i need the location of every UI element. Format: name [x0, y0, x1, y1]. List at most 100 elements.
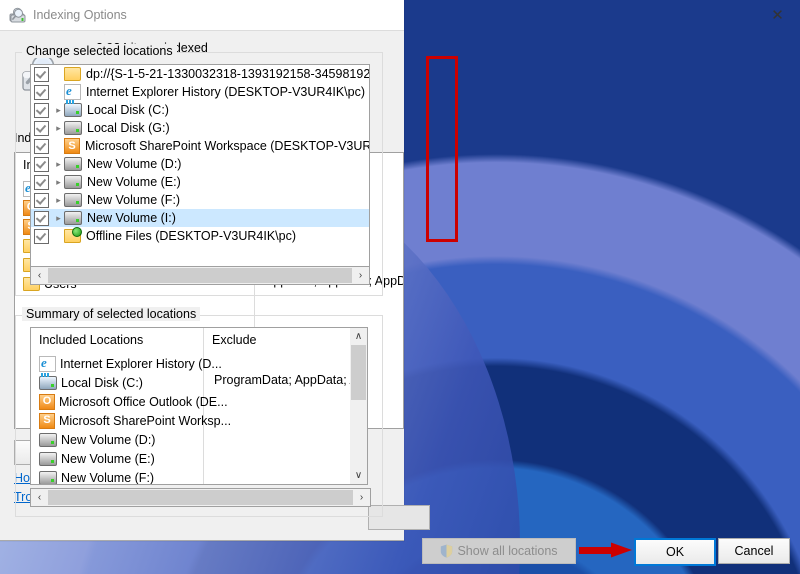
list-item-label: Local Disk (C:)	[61, 375, 143, 390]
list-item-label: New Volume (E:)	[61, 451, 155, 466]
shield-icon	[440, 544, 453, 558]
list-item-label: New Volume (F:)	[61, 470, 155, 485]
tree-item[interactable]: ▸ dp://{S-1-5-21-1330032318-1393192158-3…	[31, 65, 369, 83]
scrollbar-thumb[interactable]	[351, 345, 366, 400]
list-item[interactable]: Internet Explorer History (D...	[31, 354, 222, 373]
exclude-cell	[204, 411, 353, 430]
location-checkbox[interactable]	[34, 84, 49, 100]
ok-button[interactable]: OK	[634, 538, 716, 566]
drive-icon	[39, 470, 57, 484]
system-drive-icon	[39, 372, 57, 390]
tree-item-label: Offline Files (DESKTOP-V3UR4IK\pc)	[86, 229, 297, 243]
locations-tree[interactable]: ▸ dp://{S-1-5-21-1330032318-1393192158-3…	[30, 64, 370, 282]
tree-item-label: New Volume (E:)	[87, 175, 181, 189]
summary-label: Summary of selected locations	[22, 307, 201, 321]
tree-item-label: Local Disk (G:)	[87, 121, 170, 135]
tree-item[interactable]: ▸ Local Disk (C:)	[31, 100, 369, 119]
tree-item[interactable]: ▸ New Volume (E:)	[31, 173, 369, 191]
tree-item-label: dp://{S-1-5-21-1330032318-1393192158-345…	[86, 67, 370, 81]
summary-list[interactable]: Included Locations Internet Explorer His…	[30, 327, 354, 485]
location-checkbox[interactable]	[34, 192, 49, 208]
tree-item[interactable]: ▸ Internet Explorer History (DESKTOP-V3U…	[31, 83, 369, 101]
chevron-right-icon: ▸	[53, 141, 64, 152]
system-drive-icon	[64, 100, 82, 117]
scroll-right-icon[interactable]: ›	[352, 270, 369, 281]
close-icon[interactable]: ✕	[755, 0, 800, 30]
folder-icon	[64, 67, 81, 81]
location-checkbox[interactable]	[34, 174, 49, 190]
list-item[interactable]: S Microsoft SharePoint Worksp...	[31, 411, 231, 430]
scroll-left-icon[interactable]: ‹	[31, 270, 48, 281]
location-checkbox[interactable]	[34, 210, 49, 226]
chevron-right-icon[interactable]: ▸	[53, 195, 64, 206]
location-checkbox[interactable]	[34, 156, 49, 172]
list-item-label: Internet Explorer History (D...	[60, 356, 222, 371]
summary-included-header: Included Locations	[39, 333, 144, 347]
chevron-right-icon: ▸	[53, 87, 64, 98]
tree-item[interactable]: ▸ Offline Files (DESKTOP-V3UR4IK\pc)	[31, 227, 369, 245]
location-checkbox[interactable]	[34, 120, 49, 136]
chevron-right-icon[interactable]: ▸	[53, 177, 64, 188]
sharepoint-icon: S	[39, 412, 55, 429]
indexing-options-title: Indexing Options	[33, 8, 127, 22]
exclude-cell	[204, 430, 353, 449]
location-checkbox[interactable]	[34, 102, 49, 118]
list-item[interactable]: O Microsoft Office Outlook (DE...	[31, 392, 228, 411]
titlebar-divider	[0, 30, 404, 31]
tree-item[interactable]: ▸ New Volume (D:)	[31, 155, 369, 173]
list-item-label: Microsoft Office Outlook (DE...	[59, 394, 228, 409]
summary-exclude-column: Exclude ProgramData; AppData; AppD.	[204, 328, 353, 484]
ok-button-label: OK	[665, 545, 685, 559]
exclude-cell	[204, 354, 353, 373]
summary-of-selected-locations-group: Summary of selected locations Included L…	[15, 307, 383, 517]
list-item[interactable]: New Volume (D:)	[31, 430, 203, 449]
tree-item[interactable]: ▸ S Microsoft SharePoint Workspace (DESK…	[31, 137, 369, 155]
scrollbar-thumb[interactable]	[48, 268, 352, 283]
summary-included-column: Included Locations Internet Explorer His…	[31, 328, 231, 485]
list-item[interactable]: Local Disk (C:)	[31, 372, 203, 392]
indexed-locations-icon	[10, 8, 27, 24]
chevron-right-icon[interactable]: ▸	[53, 213, 64, 224]
list-item-label: New Volume (D:)	[61, 432, 156, 447]
tree-horizontal-scrollbar[interactable]: ‹ ›	[30, 266, 370, 285]
offline-files-icon	[64, 227, 82, 243]
tree-item-label: Internet Explorer History (DESKTOP-V3UR4…	[86, 85, 366, 99]
scroll-right-icon[interactable]: ›	[353, 492, 370, 503]
tree-item-label: Microsoft SharePoint Workspace (DESKTOP-…	[85, 139, 369, 153]
internet-explorer-icon	[39, 355, 56, 372]
show-all-locations-label: Show all locations	[457, 544, 558, 558]
cancel-button[interactable]: Cancel	[718, 538, 790, 564]
tree-item-label: New Volume (F:)	[87, 193, 181, 207]
tree-item[interactable]: ▸ Local Disk (G:)	[31, 119, 369, 137]
chevron-right-icon[interactable]: ▸	[53, 105, 64, 116]
drive-icon	[64, 157, 82, 171]
scroll-up-icon[interactable]: ∧	[355, 328, 362, 345]
summary-vertical-scrollbar[interactable]: ∧ ∨	[350, 327, 368, 485]
indexing-options-titlebar: Indexing Options	[0, 0, 404, 30]
tree-item-label: Local Disk (C:)	[87, 103, 169, 117]
change-selected-locations-group: Change selected locations ▸ dp://{S-1-5-…	[15, 44, 383, 296]
scroll-down-icon[interactable]: ∨	[355, 467, 362, 484]
tree-item-label: New Volume (D:)	[87, 157, 182, 171]
drive-icon	[64, 175, 82, 189]
tree-item[interactable]: ▸ New Volume (F:)	[31, 191, 369, 209]
cancel-button-label: Cancel	[734, 544, 774, 558]
location-checkbox[interactable]	[34, 138, 49, 154]
tree-item-selected[interactable]: ▸ New Volume (I:)	[31, 209, 369, 227]
location-checkbox[interactable]	[34, 66, 49, 82]
change-selected-locations-label: Change selected locations	[22, 44, 177, 58]
scrollbar-thumb[interactable]	[48, 490, 353, 505]
chevron-right-icon[interactable]: ▸	[53, 123, 64, 134]
list-item[interactable]: New Volume (F:)	[31, 468, 203, 485]
scroll-left-icon[interactable]: ‹	[31, 492, 48, 503]
list-item[interactable]: New Volume (E:)	[31, 449, 203, 468]
chevron-right-icon: ▸	[53, 231, 64, 242]
summary-horizontal-scrollbar[interactable]: ‹ ›	[30, 488, 371, 507]
drive-icon	[39, 432, 57, 447]
location-checkbox[interactable]	[34, 228, 49, 244]
chevron-right-icon: ▸	[53, 69, 64, 80]
chevron-right-icon[interactable]: ▸	[53, 159, 64, 170]
drive-icon	[64, 211, 82, 225]
drive-icon	[39, 451, 57, 466]
summary-exclude-header: Exclude	[212, 333, 257, 347]
